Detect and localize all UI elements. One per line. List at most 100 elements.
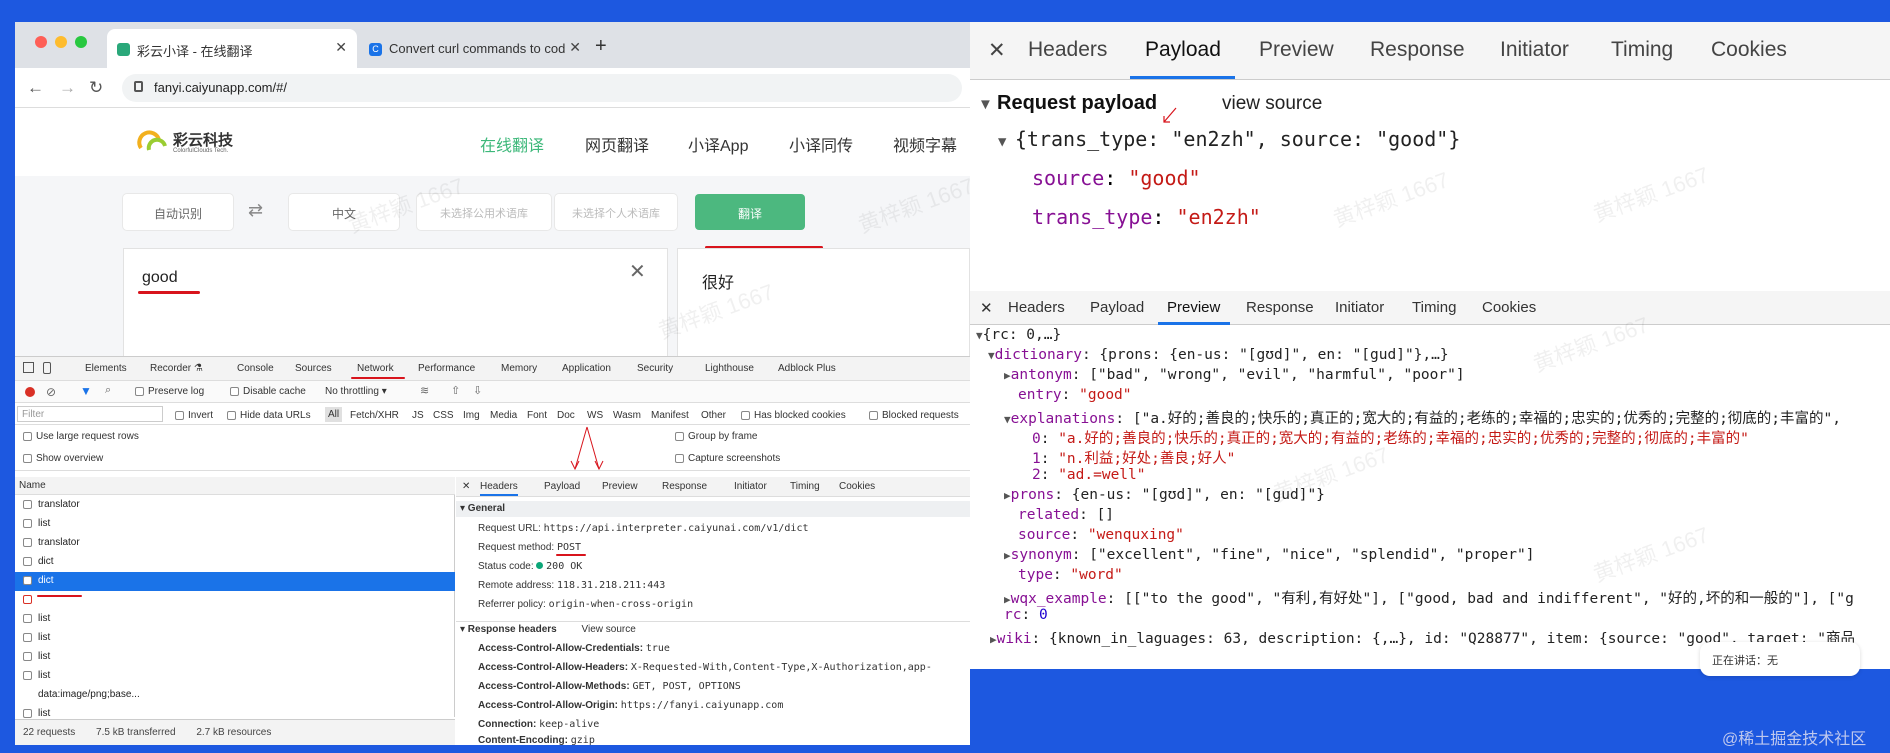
preserve-log-checkbox[interactable]: Preserve log xyxy=(135,386,204,397)
close-tab-icon[interactable]: ✕ xyxy=(569,39,581,56)
tab-preview[interactable]: Preview xyxy=(1259,38,1334,62)
record-icon[interactable] xyxy=(25,387,35,397)
tab-cookies[interactable]: Cookies xyxy=(1482,299,1536,316)
forward-arrow-icon[interactable]: → xyxy=(59,78,76,98)
disable-cache-checkbox[interactable]: Disable cache xyxy=(230,386,306,397)
hide-data-urls-checkbox[interactable]: Hide data URLs xyxy=(227,410,311,421)
type-wasm[interactable]: Wasm xyxy=(613,410,641,421)
network-conditions-icon[interactable]: ≋ xyxy=(420,384,429,397)
nav-app[interactable]: 小译App xyxy=(688,132,748,156)
tab-preview[interactable]: Preview xyxy=(1167,299,1220,316)
tab-cookies[interactable]: Cookies xyxy=(1711,38,1787,62)
clear-text-icon[interactable]: ✕ xyxy=(629,259,646,284)
request-row-selected[interactable]: dict xyxy=(15,572,455,591)
capture-screenshots-checkbox[interactable]: Capture screenshots xyxy=(675,453,780,464)
source-textbox[interactable]: good ✕ xyxy=(123,248,668,358)
device-toolbar-icon[interactable] xyxy=(43,362,51,374)
tab-initiator[interactable]: Initiator xyxy=(1335,299,1384,316)
json-root[interactable]: ▼{rc: 0,…} xyxy=(976,327,1061,343)
tab-lighthouse[interactable]: Lighthouse xyxy=(705,363,754,374)
detail-tab-initiator[interactable]: Initiator xyxy=(734,481,767,492)
tab-network[interactable]: Network xyxy=(357,363,394,374)
detail-tab-payload[interactable]: Payload xyxy=(544,481,580,492)
throttling-select[interactable]: No throttling ▾ xyxy=(325,386,387,397)
request-row[interactable]: list xyxy=(15,610,455,629)
tab-caiyun[interactable]: 彩云小译 - 在线翻译 ✕ xyxy=(107,29,357,68)
type-doc[interactable]: Doc xyxy=(557,410,575,421)
inspect-element-icon[interactable] xyxy=(23,362,34,373)
request-row[interactable]: translator xyxy=(15,534,455,553)
request-payload-heading[interactable]: ▼ Request payload xyxy=(978,92,1157,115)
detail-tab-response[interactable]: Response xyxy=(662,481,707,492)
tab-timing[interactable]: Timing xyxy=(1611,38,1673,62)
tab-curl-converter[interactable]: C Convert curl commands to cod ✕ xyxy=(359,29,591,68)
invert-checkbox[interactable]: Invert xyxy=(175,410,213,421)
type-other[interactable]: Other xyxy=(701,410,726,421)
source-language-select[interactable]: 自动识别 xyxy=(123,194,233,230)
json-antonym[interactable]: ▶antonym: ["bad", "wrong", "evil", "harm… xyxy=(1004,367,1465,383)
close-panel-icon[interactable]: ✕ xyxy=(980,299,993,317)
tab-timing[interactable]: Timing xyxy=(1412,299,1456,316)
request-row[interactable]: list xyxy=(15,515,455,534)
url-input[interactable]: fanyi.caiyunapp.com/#/ xyxy=(122,74,962,102)
type-ws[interactable]: WS xyxy=(587,410,603,421)
request-row[interactable]: list xyxy=(15,648,455,667)
nav-video-subtitles[interactable]: 视频字幕 xyxy=(893,132,957,156)
group-by-frame-checkbox[interactable]: Group by frame xyxy=(675,431,757,442)
payload-object-summary[interactable]: ▼ {trans_type: "en2zh", source: "good"} xyxy=(998,127,1460,151)
clear-icon[interactable]: ⊘ xyxy=(46,385,56,399)
request-row[interactable]: dict xyxy=(15,553,455,572)
close-tab-icon[interactable]: ✕ xyxy=(335,39,347,56)
use-large-rows-checkbox[interactable]: Use large request rows xyxy=(23,431,139,442)
personal-glossary-select[interactable]: 未选择个人术语库 xyxy=(555,194,677,230)
blocked-requests-checkbox[interactable]: Blocked requests xyxy=(869,410,959,421)
request-row[interactable]: list xyxy=(15,629,455,648)
type-font[interactable]: Font xyxy=(527,410,547,421)
swap-language-icon[interactable]: ⇄ xyxy=(248,200,263,221)
filter-icon[interactable]: ▼ xyxy=(80,384,92,398)
request-row[interactable] xyxy=(15,591,455,610)
filter-input[interactable]: Filter xyxy=(17,406,163,422)
export-har-icon[interactable]: ⇩ xyxy=(473,384,482,397)
detail-tab-timing[interactable]: Timing xyxy=(790,481,820,492)
minimize-window-button[interactable] xyxy=(55,36,67,48)
detail-tab-cookies[interactable]: Cookies xyxy=(839,481,875,492)
close-panel-icon[interactable]: ✕ xyxy=(988,38,1006,63)
type-all[interactable]: All xyxy=(325,407,343,422)
nav-web-translate[interactable]: 网页翻译 xyxy=(585,132,649,156)
tab-console[interactable]: Console xyxy=(237,363,274,374)
tab-security[interactable]: Security xyxy=(637,363,673,374)
request-row[interactable]: data:image/png;base... xyxy=(15,686,455,705)
has-blocked-cookies-checkbox[interactable]: Has blocked cookies xyxy=(741,410,846,421)
close-window-button[interactable] xyxy=(35,36,47,48)
tab-memory[interactable]: Memory xyxy=(501,363,537,374)
request-row[interactable]: list xyxy=(15,667,455,686)
tab-headers[interactable]: Headers xyxy=(1008,299,1065,316)
tab-application[interactable]: Application xyxy=(562,363,611,374)
tab-response[interactable]: Response xyxy=(1370,38,1465,62)
back-arrow-icon[interactable]: ← xyxy=(27,78,44,98)
tab-adblock-plus[interactable]: Adblock Plus xyxy=(778,363,836,374)
detail-tab-preview[interactable]: Preview xyxy=(602,481,638,492)
tab-headers[interactable]: Headers xyxy=(1028,38,1107,62)
translate-button[interactable]: 翻译 xyxy=(695,194,805,230)
search-icon[interactable]: ⌕ xyxy=(105,384,111,397)
tab-payload[interactable]: Payload xyxy=(1145,38,1221,62)
maximize-window-button[interactable] xyxy=(75,36,87,48)
view-source-link[interactable]: View source xyxy=(582,624,636,635)
show-overview-checkbox[interactable]: Show overview xyxy=(23,453,103,464)
import-har-icon[interactable]: ⇧ xyxy=(451,384,460,397)
general-section-header[interactable]: ▾ General xyxy=(456,501,970,517)
detail-tab-headers[interactable]: Headers xyxy=(480,481,518,496)
tab-elements[interactable]: Elements xyxy=(85,363,127,374)
tab-response[interactable]: Response xyxy=(1246,299,1314,316)
type-css[interactable]: CSS xyxy=(433,410,454,421)
tab-recorder[interactable]: Recorder ⚗ xyxy=(150,363,203,374)
tab-initiator[interactable]: Initiator xyxy=(1500,38,1569,62)
json-synonym[interactable]: ▶synonym: ["excellent", "fine", "nice", … xyxy=(1004,547,1534,563)
nav-online-translate[interactable]: 在线翻译 xyxy=(480,132,544,156)
tab-payload[interactable]: Payload xyxy=(1090,299,1144,316)
nav-simultaneous[interactable]: 小译同传 xyxy=(789,132,853,156)
close-details-icon[interactable]: ✕ xyxy=(462,481,470,492)
json-wqx-example[interactable]: ▶wqx_example: [["to the good", "有利,有好处"]… xyxy=(1004,587,1854,608)
